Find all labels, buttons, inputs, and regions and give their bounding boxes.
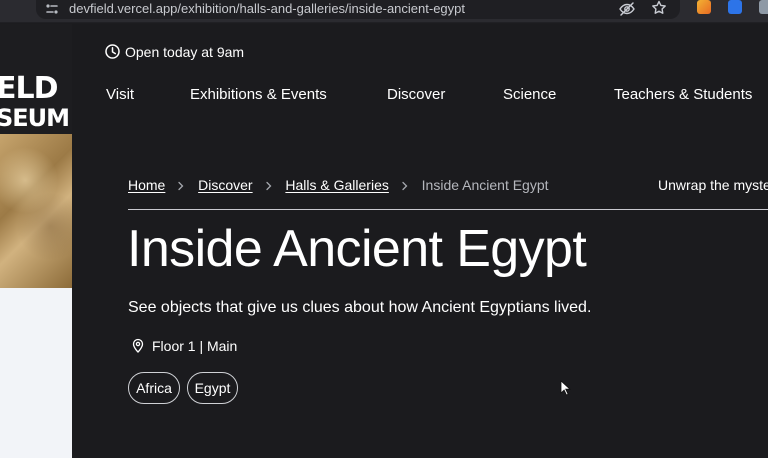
tag-africa[interactable]: Africa — [128, 372, 180, 404]
extension-icon-1[interactable] — [697, 0, 711, 14]
nav-item-exhibitions-events[interactable]: Exhibitions & Events — [190, 86, 327, 103]
star-icon[interactable] — [650, 0, 668, 17]
breadcrumb: Home Discover Halls & Galleries Inside A… — [128, 177, 549, 193]
page-description: See objects that give us clues about how… — [128, 299, 592, 316]
mouse-cursor-icon — [560, 380, 572, 396]
nav-item-discover[interactable]: Discover — [387, 86, 445, 103]
address-bar[interactable]: devfield.vercel.app/exhibition/halls-and… — [36, 0, 680, 19]
hours-text: Open today at 9am — [125, 44, 245, 60]
chevron-right-icon — [265, 182, 271, 191]
tag-egypt[interactable]: Egypt — [187, 372, 238, 404]
nav-item-visit[interactable]: Visit — [106, 86, 134, 103]
extension-icon-2[interactable] — [728, 0, 742, 14]
clock-icon — [105, 44, 120, 59]
hero-image — [0, 134, 72, 288]
chevron-right-icon — [178, 182, 184, 191]
breadcrumb-current-page: Inside Ancient Egypt — [421, 177, 549, 193]
breadcrumb-discover[interactable]: Discover — [198, 177, 252, 193]
nav-item-science[interactable]: Science — [503, 86, 556, 103]
breadcrumb-home[interactable]: Home — [128, 177, 165, 193]
location-text: Floor 1 | Main — [152, 338, 238, 354]
page-title: Inside Ancient Egypt — [127, 220, 587, 278]
eye-off-icon[interactable] — [618, 0, 636, 18]
location-pin-icon — [132, 338, 144, 353]
chevron-right-icon — [402, 182, 408, 191]
extension-icon-3[interactable] — [759, 0, 768, 14]
browser-top-bar: devfield.vercel.app/exhibition/halls-and… — [0, 0, 768, 23]
logo-line-bottom: SEUM — [0, 104, 70, 132]
site-info-icon[interactable] — [44, 1, 60, 17]
logo-area[interactable]: ELD SEUM — [0, 24, 72, 134]
nav-item-teachers-students[interactable]: Teachers & Students — [614, 86, 752, 103]
logo-line-top: ELD — [0, 71, 59, 106]
breadcrumb-halls-galleries[interactable]: Halls & Galleries — [285, 177, 388, 193]
url-text[interactable]: devfield.vercel.app/exhibition/halls-and… — [69, 1, 465, 16]
section-divider — [128, 209, 768, 210]
side-tease-text: Unwrap the myste — [658, 177, 768, 193]
